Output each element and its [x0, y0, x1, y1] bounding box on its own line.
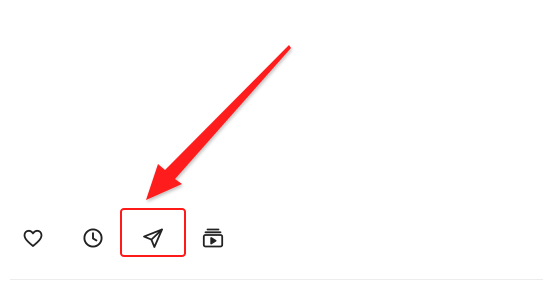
like-button[interactable] [7, 212, 59, 264]
watch-later-button[interactable] [187, 212, 239, 264]
action-bar [0, 212, 543, 264]
playlist-play-icon [202, 228, 224, 248]
history-button[interactable] [67, 212, 119, 264]
heart-icon [23, 229, 43, 247]
send-icon [143, 228, 163, 248]
share-button[interactable] [127, 212, 179, 264]
screenshot-canvas [0, 0, 543, 282]
divider [10, 279, 543, 280]
clock-icon [83, 228, 103, 248]
